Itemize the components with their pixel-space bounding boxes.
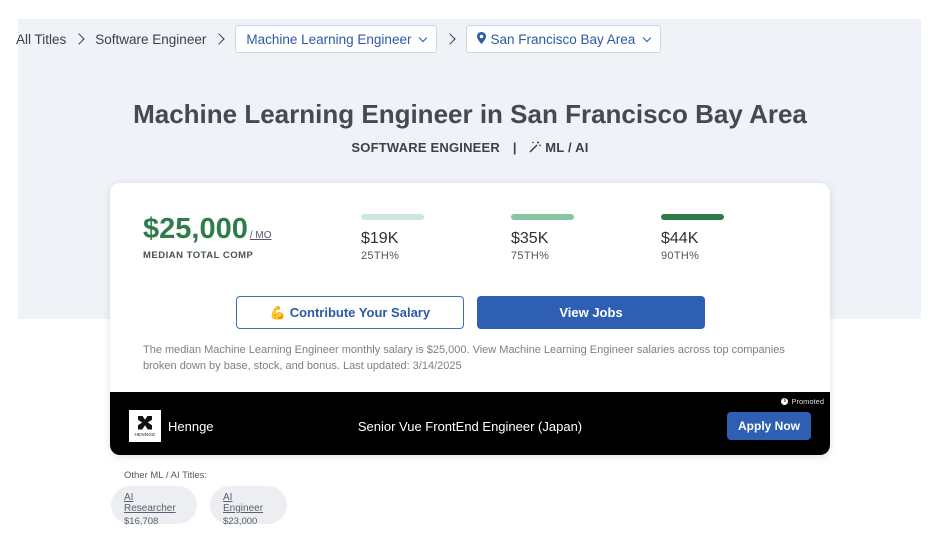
percentile-bar [361,214,424,220]
percentile-label: 90TH% [661,250,700,262]
percentile-bar [661,214,724,220]
percentile-bar [511,214,574,220]
other-title-chip[interactable]: AI Researcher $16,708 [111,486,197,527]
other-title-value: $16,708 [124,516,159,527]
job-title-dropdown[interactable]: Machine Learning Engineer [235,25,438,53]
other-title-chip[interactable]: AI Engineer $23,000 [210,486,287,527]
breadcrumb-software-engineer[interactable]: Software Engineer [95,32,206,47]
magic-wand-icon [529,140,545,155]
chevron-down-icon [643,33,652,42]
period-toggle[interactable]: / MO [250,230,272,241]
other-title-name: AI Researcher [124,492,176,514]
percentile-value: $35K [511,230,549,247]
other-title-value: $23,000 [223,516,258,527]
other-titles-label: Other ML / AI Titles: [124,470,208,481]
percentile-value: $44K [661,230,699,247]
job-family-link[interactable]: SOFTWARE ENGINEER [351,140,500,155]
median-amount: $25,000 [143,213,248,245]
breadcrumb-all-titles[interactable]: All Titles [16,32,66,47]
promoted-badge: i Promoted [781,397,824,406]
job-family-line: SOFTWARE ENGINEER | ML / AI [0,140,940,155]
chevron-down-icon [419,33,428,42]
location-pin-icon [477,31,487,47]
other-title-name: AI Engineer [223,492,264,514]
chevron-right-icon [73,33,85,45]
percentile-label: 75TH% [511,250,550,262]
page-title: Machine Learning Engineer in San Francis… [133,99,807,129]
location-dropdown-value: San Francisco Bay Area [490,31,636,47]
chevron-right-icon [213,33,226,45]
percentile-25: $19K 25TH% [361,214,461,262]
contribute-salary-button[interactable]: 💪 Contribute Your Salary [236,296,464,329]
percentile-value: $19K [361,230,399,247]
percentile-75: $35K 75TH% [511,214,611,262]
separator: | [512,140,517,155]
median-compensation: $25,000/ MO MEDIAN TOTAL COMP [143,213,272,261]
info-icon: i [781,398,789,405]
salary-card: $25,000/ MO MEDIAN TOTAL COMP $19K 25TH%… [110,183,830,455]
view-jobs-button[interactable]: View Jobs [477,296,705,329]
promoted-job-banner[interactable]: HENNGE Hennge Senior Vue FrontEnd Engine… [110,392,830,455]
breadcrumb: All Titles Software Engineer Machine Lea… [16,25,662,53]
median-label: MEDIAN TOTAL COMP [143,250,254,261]
specialization-link[interactable]: ML / AI [545,140,588,155]
chevron-right-icon [444,33,457,45]
percentile-label: 25TH% [361,250,400,262]
location-dropdown[interactable]: San Francisco Bay Area [466,25,662,53]
percentile-90: $44K 90TH% [661,214,761,262]
job-title-dropdown-value: Machine Learning Engineer [246,31,412,47]
salary-description: The median Machine Learning Engineer mon… [143,344,785,372]
promo-job-title[interactable]: Senior Vue FrontEnd Engineer (Japan) [110,419,830,434]
promoted-text: Promoted [791,397,824,406]
apply-now-button[interactable]: Apply Now [727,412,811,440]
